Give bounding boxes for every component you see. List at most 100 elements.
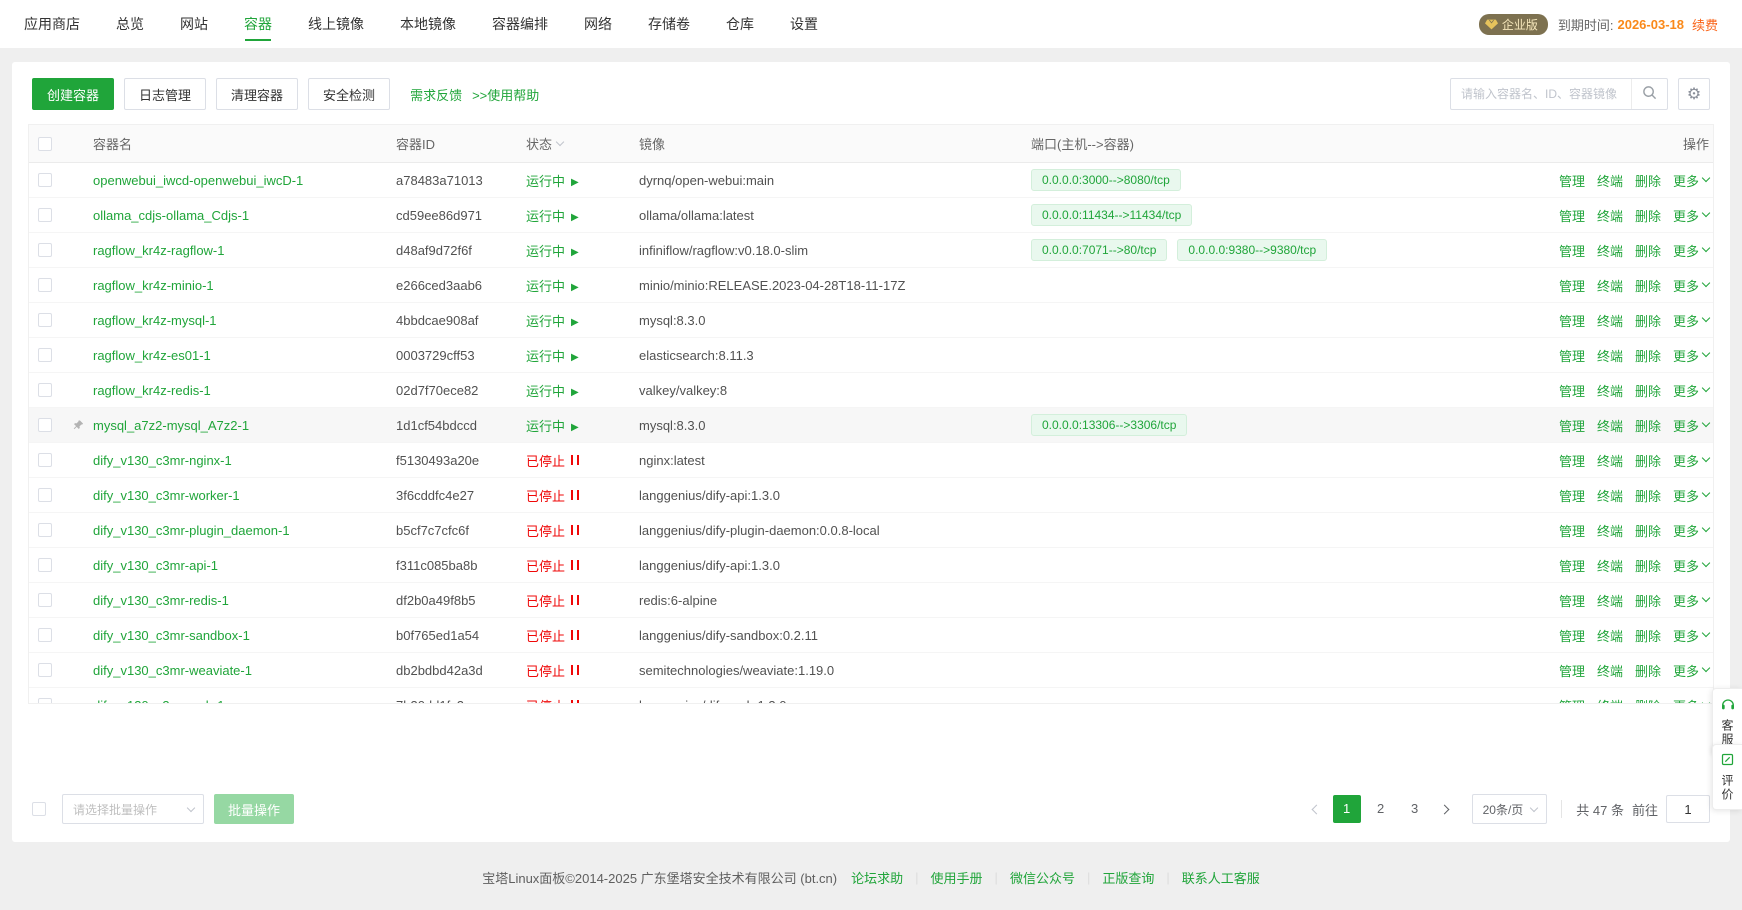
nav-item-10[interactable]: 设置: [790, 0, 818, 48]
delete-link[interactable]: 删除: [1635, 696, 1661, 704]
nav-item-8[interactable]: 存储卷: [648, 0, 690, 48]
manage-link[interactable]: 管理: [1559, 311, 1585, 330]
terminal-link[interactable]: 终端: [1597, 696, 1623, 704]
manage-link[interactable]: 管理: [1559, 206, 1585, 225]
container-name-link[interactable]: dify_v130_c3mr-api-1: [93, 558, 218, 573]
terminal-link[interactable]: 终端: [1597, 486, 1623, 505]
more-link[interactable]: 更多: [1673, 381, 1709, 400]
terminal-link[interactable]: 终端: [1597, 591, 1623, 610]
row-checkbox[interactable]: [38, 278, 52, 292]
nav-item-7[interactable]: 网络: [584, 0, 612, 48]
container-name-link[interactable]: dify_v130_c3mr-nginx-1: [93, 453, 232, 468]
container-status[interactable]: 运行中: [526, 346, 639, 365]
row-checkbox[interactable]: [38, 663, 52, 677]
container-name-link[interactable]: ragflow_kr4z-redis-1: [93, 383, 211, 398]
container-status[interactable]: 运行中: [526, 311, 639, 330]
delete-link[interactable]: 删除: [1635, 276, 1661, 295]
more-link[interactable]: 更多: [1673, 521, 1709, 540]
delete-link[interactable]: 删除: [1635, 486, 1661, 505]
more-link[interactable]: 更多: [1673, 346, 1709, 365]
prev-page-button[interactable]: [1304, 795, 1330, 823]
terminal-link[interactable]: 终端: [1597, 311, 1623, 330]
manage-link[interactable]: 管理: [1559, 241, 1585, 260]
container-name-link[interactable]: dify_v130_c3mr-plugin_daemon-1: [93, 523, 290, 538]
more-link[interactable]: 更多: [1673, 626, 1709, 645]
container-name-link[interactable]: ragflow_kr4z-ragflow-1: [93, 243, 225, 258]
manage-link[interactable]: 管理: [1559, 381, 1585, 400]
terminal-link[interactable]: 终端: [1597, 241, 1623, 260]
clean-container-button[interactable]: 清理容器: [216, 78, 298, 110]
terminal-link[interactable]: 终端: [1597, 206, 1623, 225]
container-name-link[interactable]: dify_v130_c3mr-redis-1: [93, 593, 229, 608]
container-status[interactable]: 已停止: [526, 486, 639, 505]
terminal-link[interactable]: 终端: [1597, 661, 1623, 680]
nav-item-4[interactable]: 线上镜像: [308, 0, 364, 48]
manage-link[interactable]: 管理: [1559, 556, 1585, 575]
delete-link[interactable]: 删除: [1635, 206, 1661, 225]
row-checkbox[interactable]: [38, 488, 52, 502]
container-status[interactable]: 运行中: [526, 381, 639, 400]
manage-link[interactable]: 管理: [1559, 416, 1585, 435]
more-link[interactable]: 更多: [1673, 276, 1709, 295]
container-name-link[interactable]: mysql_a7z2-mysql_A7z2-1: [93, 418, 249, 433]
page-button-3[interactable]: 3: [1401, 795, 1429, 823]
terminal-link[interactable]: 终端: [1597, 346, 1623, 365]
terminal-link[interactable]: 终端: [1597, 626, 1623, 645]
manage-link[interactable]: 管理: [1559, 346, 1585, 365]
batch-apply-button[interactable]: 批量操作: [214, 794, 294, 824]
feedback-link[interactable]: 需求反馈: [410, 85, 462, 104]
manage-link[interactable]: 管理: [1559, 521, 1585, 540]
create-container-button[interactable]: 创建容器: [32, 78, 114, 110]
more-link[interactable]: 更多: [1673, 241, 1709, 260]
delete-link[interactable]: 删除: [1635, 241, 1661, 260]
select-all-checkbox[interactable]: [38, 137, 52, 151]
container-name-link[interactable]: ragflow_kr4z-minio-1: [93, 278, 214, 293]
more-link[interactable]: 更多: [1673, 206, 1709, 225]
delete-link[interactable]: 删除: [1635, 171, 1661, 190]
manage-link[interactable]: 管理: [1559, 591, 1585, 610]
row-checkbox[interactable]: [38, 698, 52, 703]
manage-link[interactable]: 管理: [1559, 276, 1585, 295]
license-badge[interactable]: 企业版: [1479, 14, 1548, 35]
more-link[interactable]: 更多: [1673, 311, 1709, 330]
nav-item-3[interactable]: 容器: [244, 0, 272, 48]
search-button[interactable]: [1631, 79, 1667, 109]
nav-item-2[interactable]: 网站: [180, 0, 208, 48]
container-name-link[interactable]: dify_v130_c3mr-web-1: [93, 698, 225, 704]
nav-item-5[interactable]: 本地镜像: [400, 0, 456, 48]
footer-link-1[interactable]: 使用手册: [931, 868, 983, 887]
manage-link[interactable]: 管理: [1559, 171, 1585, 190]
delete-link[interactable]: 删除: [1635, 346, 1661, 365]
security-check-button[interactable]: 安全检测: [308, 78, 390, 110]
container-status[interactable]: 运行中: [526, 276, 639, 295]
container-status[interactable]: 运行中: [526, 171, 639, 190]
container-status[interactable]: 已停止: [526, 591, 639, 610]
container-name-link[interactable]: ragflow_kr4z-mysql-1: [93, 313, 217, 328]
container-status[interactable]: 运行中: [526, 206, 639, 225]
delete-link[interactable]: 删除: [1635, 661, 1661, 680]
manage-link[interactable]: 管理: [1559, 696, 1585, 704]
terminal-link[interactable]: 终端: [1597, 381, 1623, 400]
row-checkbox[interactable]: [38, 208, 52, 222]
column-header-status[interactable]: 状态: [526, 134, 639, 153]
manage-link[interactable]: 管理: [1559, 486, 1585, 505]
log-manage-button[interactable]: 日志管理: [124, 78, 206, 110]
more-link[interactable]: 更多: [1673, 696, 1709, 704]
delete-link[interactable]: 删除: [1635, 591, 1661, 610]
rate-widget[interactable]: 评价: [1712, 744, 1742, 810]
manage-link[interactable]: 管理: [1559, 661, 1585, 680]
next-page-button[interactable]: [1432, 795, 1458, 823]
delete-link[interactable]: 删除: [1635, 416, 1661, 435]
delete-link[interactable]: 删除: [1635, 451, 1661, 470]
more-link[interactable]: 更多: [1673, 416, 1709, 435]
row-checkbox[interactable]: [38, 453, 52, 467]
more-link[interactable]: 更多: [1673, 451, 1709, 470]
nav-item-6[interactable]: 容器编排: [492, 0, 548, 48]
container-status[interactable]: 已停止: [526, 661, 639, 680]
container-status[interactable]: 已停止: [526, 626, 639, 645]
batch-action-select[interactable]: 请选择批量操作: [62, 794, 204, 824]
more-link[interactable]: 更多: [1673, 556, 1709, 575]
terminal-link[interactable]: 终端: [1597, 171, 1623, 190]
row-checkbox[interactable]: [38, 173, 52, 187]
container-status[interactable]: 已停止: [526, 521, 639, 540]
